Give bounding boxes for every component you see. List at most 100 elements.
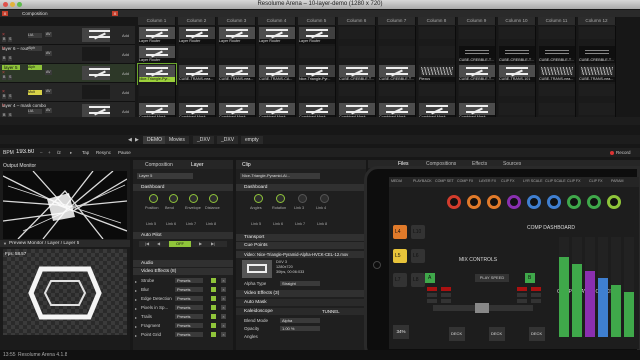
layer-solo-button[interactable]: S xyxy=(8,37,13,42)
layer-auto-button[interactable]: AV xyxy=(45,32,52,37)
bpm-minus-icon[interactable]: – xyxy=(40,150,43,155)
ipad-layer-button[interactable]: L7 xyxy=(393,273,407,287)
clip-cell[interactable] xyxy=(538,26,576,46)
preview-toggle-icon[interactable]: ▼ xyxy=(3,241,7,246)
ipad-mix-pad[interactable] xyxy=(531,293,541,297)
ipad-layer-button[interactable]: L10 xyxy=(411,225,425,239)
autopilot-next-icon[interactable]: ▶| xyxy=(211,241,215,246)
clip-cell[interactable] xyxy=(578,83,616,103)
play-speed-button[interactable]: PLAY SPEED xyxy=(475,274,509,282)
ipad-header-tab[interactable]: CLIP SCALE xyxy=(545,179,566,183)
crossfader-handle[interactable] xyxy=(475,303,489,313)
clip-knob[interactable] xyxy=(276,194,285,203)
deck-tab[interactable]: Movies xyxy=(165,136,189,144)
column-header[interactable]: Column 3 xyxy=(218,17,256,25)
ipad-knob[interactable] xyxy=(487,195,501,209)
clip-cell[interactable] xyxy=(338,26,376,46)
layer-add-button[interactable]: Add xyxy=(122,71,129,76)
beats-selector[interactable]: /2 xyxy=(57,150,61,155)
ipad-mix-pad[interactable] xyxy=(441,293,451,297)
clip-cell[interactable] xyxy=(418,45,456,65)
clip-cell[interactable]: CUBE-TRANS-nea... xyxy=(578,64,616,84)
layer-blend-select[interactable]: LIA xyxy=(28,33,42,38)
layer-name-field[interactable]: Layer 5 xyxy=(137,173,193,179)
deck-tab[interactable]: empty xyxy=(241,136,263,144)
clip-cell[interactable]: CUBE-CREBBLE-T... xyxy=(378,64,416,84)
effect-remove-icon[interactable]: × xyxy=(221,305,226,310)
layer-add-button[interactable]: Add xyxy=(122,90,129,95)
bpm-value[interactable]: 193.60 xyxy=(16,149,34,155)
effect-remove-icon[interactable]: × xyxy=(221,278,226,283)
clip-cell[interactable]: CUBE-CREBBLE-T... xyxy=(538,45,576,65)
ipad-mix-pad[interactable] xyxy=(427,293,437,297)
effect-expand-icon[interactable]: ▸ xyxy=(135,297,137,302)
clip-knob[interactable] xyxy=(298,194,307,203)
clip-cell[interactable]: CUBE-CREBBLE-T... xyxy=(578,45,616,65)
ipad-layer-button[interactable]: L6 xyxy=(411,249,425,263)
ipad-fader[interactable] xyxy=(559,237,569,337)
clip-cell[interactable]: CUBE-TRANS-nea... xyxy=(218,64,256,84)
blend-mode-select[interactable]: Alpha xyxy=(280,318,320,323)
ipad-knob[interactable] xyxy=(447,195,461,209)
opacity-field[interactable]: 1.00 % xyxy=(280,326,320,331)
effect-bypass-button[interactable] xyxy=(211,287,216,292)
effect-bypass-button[interactable] xyxy=(211,296,216,301)
deck-scroll-right-icon[interactable]: ▶ xyxy=(135,137,139,143)
column-header[interactable]: Column 10 xyxy=(498,17,536,25)
effect-bypass-button[interactable] xyxy=(211,305,216,310)
column-header[interactable]: Column 11 xyxy=(538,17,576,25)
ipad-mix-pad[interactable] xyxy=(517,293,527,297)
composition-close-icon[interactable]: X xyxy=(2,11,8,16)
ipad-knob[interactable] xyxy=(587,195,601,209)
clip-cell[interactable] xyxy=(498,26,536,46)
clip-cell[interactable] xyxy=(218,83,256,103)
ipad-header-tab[interactable]: MEDIA xyxy=(391,179,402,183)
ipad-deck-button[interactable]: DECK xyxy=(449,327,465,341)
clip-cell[interactable]: Layer Router xyxy=(218,26,256,46)
clip-cell[interactable] xyxy=(538,83,576,103)
effect-remove-icon[interactable]: × xyxy=(221,296,226,301)
layer-knob[interactable] xyxy=(149,194,158,203)
column-header[interactable]: Column 12 xyxy=(578,17,616,25)
record-button[interactable]: Record xyxy=(616,150,631,155)
clip-cell[interactable]: Layer Router xyxy=(298,26,336,46)
effect-presets-select[interactable]: Presets xyxy=(175,296,203,301)
layer-row[interactable]: LIA B S × AV Add xyxy=(0,26,135,45)
clip-name-field[interactable]: Nice-Triangle-Pyramid-Al... xyxy=(240,173,320,179)
clip-cell[interactable]: CUBE-CREBBLE-T... xyxy=(458,45,496,65)
clip-cell[interactable]: Layer Router xyxy=(138,45,176,65)
effect-expand-icon[interactable]: ▸ xyxy=(135,333,137,338)
layer-blend-select[interactable]: Alph xyxy=(28,46,42,51)
bpm-plus-icon[interactable]: + xyxy=(48,150,51,155)
layer-add-button[interactable]: Add xyxy=(122,52,129,57)
clip-cell[interactable] xyxy=(498,83,536,103)
layer-row[interactable]: layer 6 – router Alph B S × AV Add xyxy=(0,45,135,64)
autopilot-prev-icon[interactable]: |◀ xyxy=(145,241,149,246)
clip-cell[interactable] xyxy=(378,26,416,46)
ipad-knob[interactable] xyxy=(607,195,621,209)
layer-blend-select[interactable]: Alph xyxy=(28,65,42,70)
ipad-header-tab[interactable]: PARAM xyxy=(611,179,624,183)
column-header[interactable]: Column 2 xyxy=(178,17,216,25)
ipad-layer-button[interactable]: L4 xyxy=(393,225,407,239)
ipad-header-tab[interactable]: LAYER FX xyxy=(479,179,496,183)
layer-add-button[interactable]: Add xyxy=(122,33,129,38)
cue-points-header[interactable]: Cue Points xyxy=(236,242,366,249)
layer-close-icon[interactable]: × xyxy=(2,46,5,52)
autopilot-back-icon[interactable]: ◀ xyxy=(157,241,160,246)
layer-close-icon[interactable]: × xyxy=(2,70,5,76)
ipad-header-tab[interactable]: CLIP FX xyxy=(567,179,581,183)
clip-cell[interactable] xyxy=(258,83,296,103)
layer-close-icon[interactable]: × xyxy=(2,103,5,109)
clip-knob[interactable] xyxy=(320,194,329,203)
ipad-fader[interactable] xyxy=(585,237,595,337)
clip-cell[interactable]: CUBE-TRANS-CA... xyxy=(258,64,296,84)
ipad-knob[interactable] xyxy=(527,195,541,209)
clip-dashboard-header[interactable]: Dashboard xyxy=(236,184,366,191)
scroll-strip[interactable] xyxy=(0,117,640,125)
layer-bypass-button[interactable]: B xyxy=(2,56,7,61)
effect-expand-icon[interactable]: ▸ xyxy=(135,279,137,284)
ipad-knob[interactable] xyxy=(547,195,561,209)
ipad-layer-button[interactable]: L5 xyxy=(393,249,407,263)
ipad-knob[interactable] xyxy=(507,195,521,209)
